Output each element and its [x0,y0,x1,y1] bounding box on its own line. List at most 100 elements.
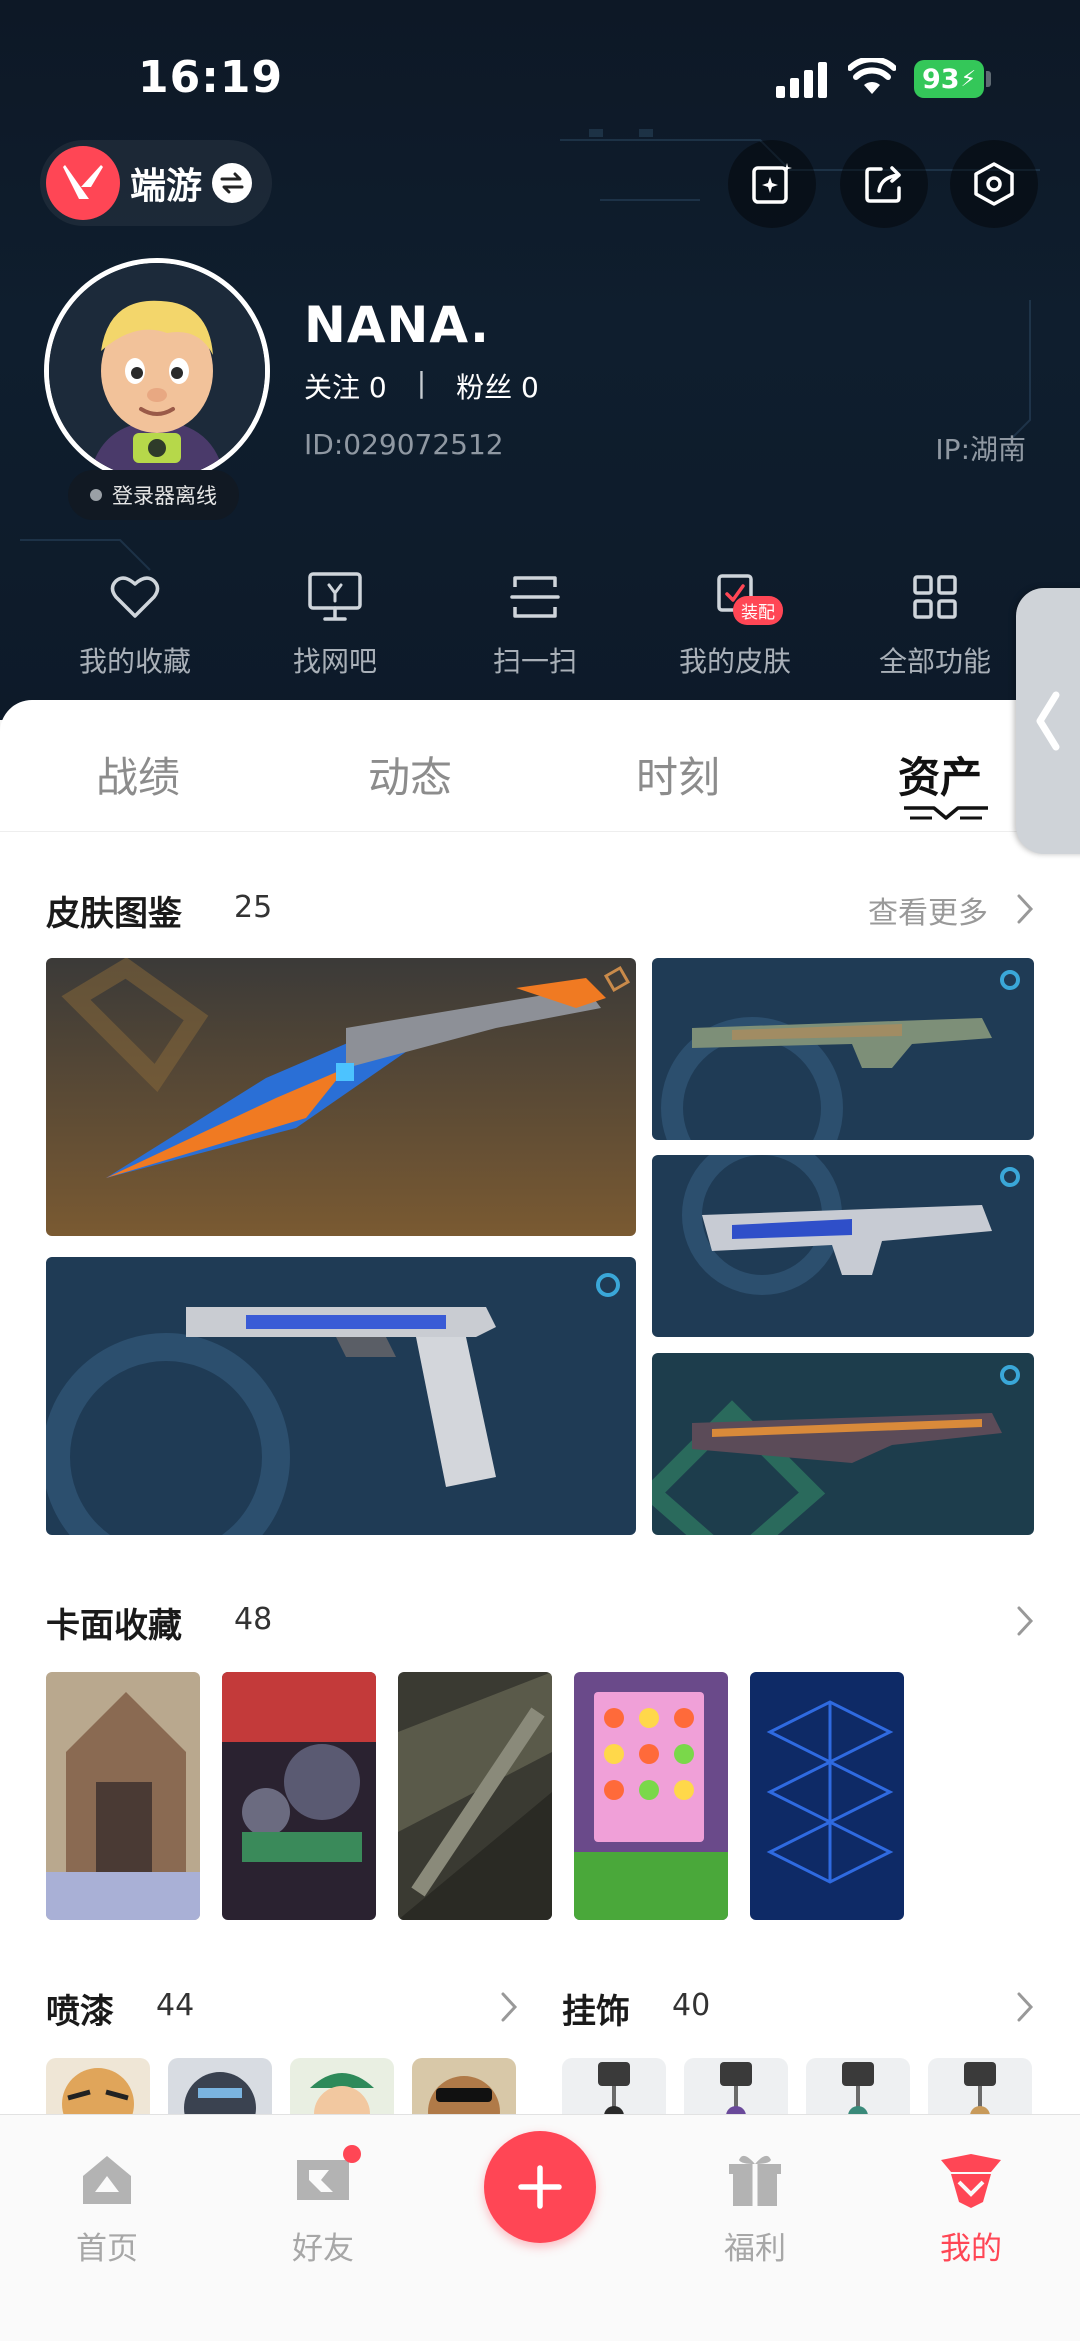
spray-item[interactable] [168,2058,272,2120]
skins-count: 25 [234,890,273,925]
nav-label: 首页 [76,2231,138,2267]
follow-stats: 关注 0 | 粉丝 0 [304,366,539,406]
spray-item[interactable] [46,2058,150,2120]
profile-header: 16:19 93 ⚡ 端游 登录器离线 NANA. 关注 0 | 粉丝 0 ID… [0,0,1080,720]
avatar[interactable] [44,258,270,484]
battery-tip [986,71,991,87]
scan-icon [510,566,560,628]
monitor-icon [307,566,363,628]
status-time: 16:19 [138,52,284,103]
quick-action-favorites[interactable]: 我的收藏 [35,566,235,680]
quick-action-all-functions[interactable]: 全部功能 [835,566,1035,680]
quick-action-label: 我的收藏 [78,645,191,678]
skin-card-rifle-3[interactable] [652,1353,1034,1535]
charm-image [562,2058,666,2120]
spray-image [412,2058,516,2120]
chevron-right-icon[interactable] [1014,1604,1036,1638]
profile-icon [937,2145,1005,2215]
charm-item[interactable] [806,2058,910,2120]
fans-count[interactable]: 粉丝 0 [456,366,539,406]
skin-card-rifle-1[interactable] [652,958,1034,1140]
spray-image [290,2058,394,2120]
skins-view-more[interactable]: 查看更多 [868,888,988,932]
player-card-image [750,1672,904,1920]
settings-hexagon-icon [974,162,1014,206]
player-card-3[interactable] [398,1672,552,1920]
game-switcher[interactable]: 端游 [40,140,273,226]
ip-location: IP:湖南 [935,433,1026,466]
quick-action-my-skins[interactable]: 装配 我的皮肤 [635,566,835,680]
settings-button[interactable] [950,140,1038,228]
status-bar: 16:19 93 ⚡ [0,0,1080,150]
quick-action-scan[interactable]: 扫一扫 [435,566,635,680]
create-post-button[interactable] [484,2131,596,2243]
chevron-right-icon[interactable] [1014,1990,1036,2024]
tab-assets[interactable]: 资产 [898,744,982,805]
player-card-2[interactable] [222,1672,376,1920]
spray-item[interactable] [290,2058,394,2120]
nav-profile[interactable]: 我的 [896,2145,1046,2268]
skin-card-rifle-2[interactable] [652,1155,1034,1337]
cards-section-title: 卡面收藏 [46,1606,182,1646]
stats-separator: | [416,366,427,399]
charm-image [928,2058,1032,2120]
player-card-image [46,1672,200,1920]
charm-image [684,2058,788,2120]
equip-badge: 装配 [733,596,783,625]
spray-image [168,2058,272,2120]
heart-icon [110,566,160,628]
quick-action-label: 全部功能 [878,645,991,678]
add-card-button[interactable] [728,140,816,228]
cards-count: 48 [234,1602,273,1637]
gift-icon [727,2145,783,2215]
avatar-image [49,263,265,479]
quick-action-label: 扫一扫 [492,645,577,678]
charm-item[interactable] [684,2058,788,2120]
nav-friends[interactable]: 好友 [248,2145,398,2268]
chevron-left-icon [1036,691,1060,751]
game-name: 端游 [130,166,203,207]
profile-tabs: 战绩 动态 时刻 资产 [0,700,1080,832]
active-tab-indicator [904,806,988,820]
grid-icon [912,566,958,628]
player-card-image [398,1672,552,1920]
skin-card-pistol[interactable] [46,1257,636,1535]
rifle-skin-image [652,1155,1034,1337]
charm-image [806,2058,910,2120]
knife-skin-image [46,958,636,1236]
share-button[interactable] [840,140,928,228]
chevron-right-icon[interactable] [498,1990,520,2024]
player-card-1[interactable] [46,1672,200,1920]
player-card-4[interactable] [574,1672,728,1920]
nav-label: 福利 [724,2231,786,2267]
nav-home[interactable]: 首页 [32,2145,182,2268]
charm-item[interactable] [562,2058,666,2120]
charging-icon: ⚡ [960,66,977,92]
tab-record[interactable]: 战绩 [96,744,180,805]
valorant-logo-icon [46,146,120,220]
chevron-right-icon[interactable] [1014,892,1036,926]
spray-item[interactable] [412,2058,516,2120]
pistol-skin-image [46,1257,636,1535]
following-count[interactable]: 关注 0 [304,366,387,406]
offline-dot [90,489,102,501]
nav-benefits[interactable]: 福利 [680,2145,830,2268]
charm-item[interactable] [928,2058,1032,2120]
side-drawer-handle[interactable] [1016,588,1080,854]
player-card-5[interactable] [750,1672,904,1920]
skin-card-knife[interactable] [46,958,636,1236]
quick-action-label: 我的皮肤 [678,645,791,678]
rifle-skin-image [652,958,1034,1140]
user-id: ID:029072512 [304,428,504,461]
home-icon [77,2145,137,2215]
spray-image [46,2058,150,2120]
quick-action-internet-cafe[interactable]: 找网吧 [235,566,435,680]
share-icon [865,166,901,203]
friends-notification-dot [343,2145,361,2163]
tab-moments[interactable]: 时刻 [636,744,720,805]
sprays-section-title: 喷漆 [46,1992,114,2032]
plus-icon [518,2165,562,2209]
tab-feed[interactable]: 动态 [368,744,452,805]
friends-icon [291,2145,361,2215]
battery-level: 93 [921,63,960,95]
